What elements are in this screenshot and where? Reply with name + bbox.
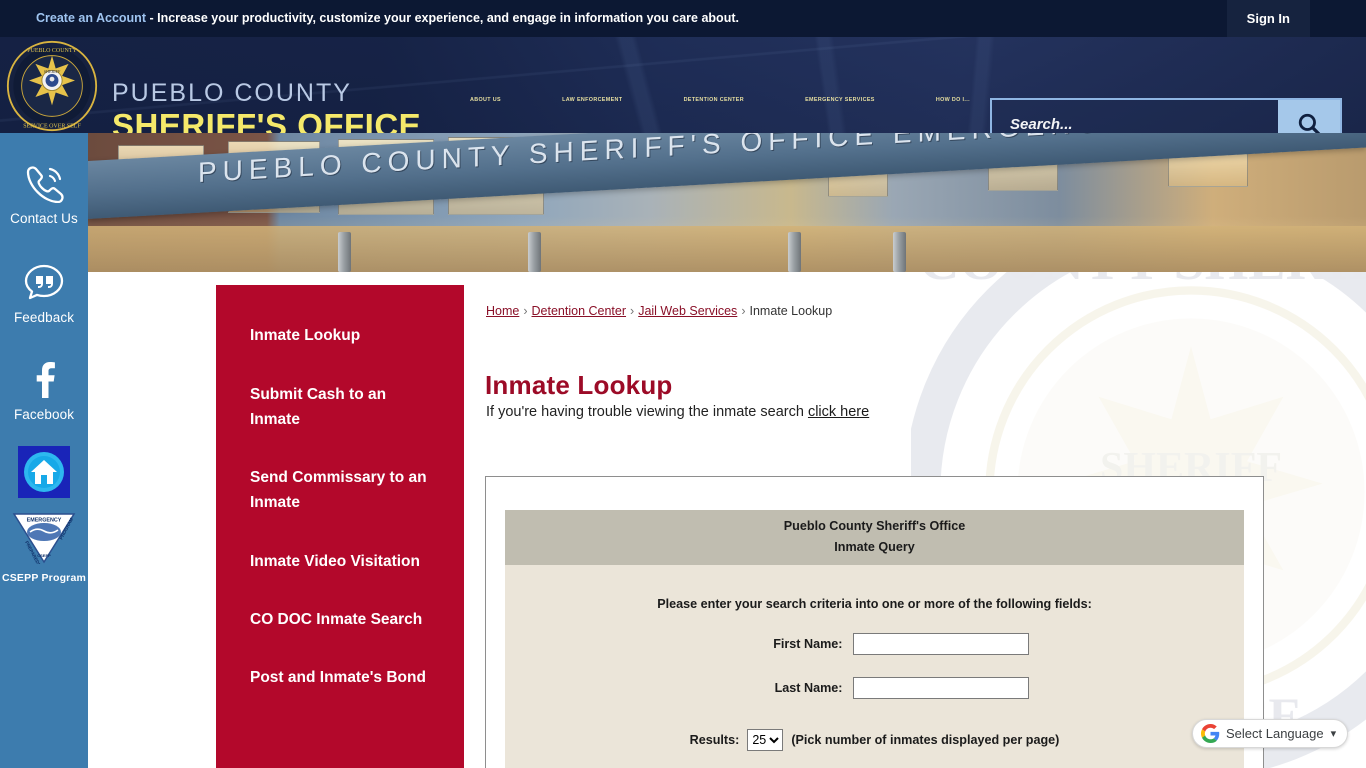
hero-building-base — [88, 226, 1366, 272]
page-root: Create an Account - Increase your produc… — [0, 0, 1366, 768]
breadcrumb-item-current: Inmate Lookup — [749, 304, 833, 318]
social-rail: Contact Us Feedback Facebook EMERGENCY P… — [0, 133, 88, 768]
csepp-triangle-icon: EMERGENCY PREPAREDNESS PROGRAM CSEPP — [12, 513, 76, 576]
phone-icon — [26, 166, 64, 203]
results-per-page-select[interactable]: 25 — [747, 729, 784, 751]
primary-navigation: ABOUT US LAW ENFORCEMENT DETENTION CENTE… — [470, 97, 970, 103]
google-g-icon — [1201, 724, 1220, 743]
home-shield-icon[interactable] — [18, 446, 70, 498]
facebook-icon — [36, 362, 55, 398]
last-name-label: Last Name: — [774, 681, 843, 695]
query-prompt: Please enter your search criteria into o… — [657, 597, 1092, 611]
results-row: Results: 25 (Pick number of inmates disp… — [505, 729, 1244, 751]
first-name-label: First Name: — [773, 637, 843, 651]
search-icon — [1298, 113, 1321, 133]
svg-text:EMERGENCY: EMERGENCY — [27, 518, 62, 524]
query-header-title: Inmate Query — [834, 540, 915, 554]
query-panel-body: Please enter your search criteria into o… — [505, 565, 1244, 768]
breadcrumb-separator: › — [630, 304, 635, 318]
google-translate-widget[interactable]: Select Language ▾ — [1192, 719, 1349, 748]
svg-text:SERVICE OVER SELF: SERVICE OVER SELF — [23, 123, 81, 129]
hero-column — [338, 232, 351, 272]
inmate-query-panel: Pueblo County Sheriff's Office Inmate Qu… — [485, 476, 1264, 768]
first-name-input[interactable] — [852, 633, 1029, 655]
rail-label-contact-us: Contact Us — [10, 211, 78, 226]
breadcrumb-item-jail-web-services[interactable]: Jail Web Services — [638, 304, 737, 318]
nav-item-detention-center[interactable]: DETENTION CENTER — [684, 97, 744, 103]
results-note: (Pick number of inmates displayed per pa… — [791, 733, 1060, 747]
hero-column — [893, 232, 906, 272]
hero-column — [788, 232, 801, 272]
svg-text:COUNTY SHERIFF'S: COUNTY SHERIFF'S — [919, 272, 1366, 292]
translate-label: Select Language — [1226, 726, 1324, 741]
side-menu-item-send-commissary[interactable]: Send Commissary to an Inmate — [216, 432, 464, 515]
query-header-agency: Pueblo County Sheriff's Office — [783, 519, 966, 533]
rail-item-csepp[interactable]: EMERGENCY PREPAREDNESS PROGRAM CSEPP CSE… — [0, 512, 88, 584]
brand-office: SHERIFF'S OFFICE — [112, 107, 422, 133]
svg-text:CSEPP: CSEPP — [37, 553, 51, 558]
hero-column — [528, 232, 541, 272]
breadcrumb-item-detention-center[interactable]: Detention Center — [532, 304, 627, 318]
rail-label-facebook: Facebook — [13, 407, 75, 422]
site-brand[interactable]: PUEBLO COUNTY SHERIFF'S OFFICE Kirk M. T… — [112, 79, 422, 134]
inmate-query-frame: Pueblo County Sheriff's Office Inmate Qu… — [505, 510, 1244, 768]
search-input[interactable] — [992, 100, 1278, 133]
side-menu-item-post-bond[interactable]: Post and Inmate's Bond — [216, 632, 464, 690]
sheriff-badge-logo[interactable]: PUEBLO COUNTY SERVICE OVER SELF SHERIFF — [6, 40, 98, 132]
page-title: Inmate Lookup — [485, 370, 673, 401]
create-account-tagline: - Increase your productivity, customize … — [149, 11, 739, 25]
breadcrumb-separator: › — [741, 304, 746, 318]
create-account-banner: Create an Account - Increase your produc… — [36, 11, 739, 25]
nav-item-about-us[interactable]: ABOUT US — [470, 97, 501, 103]
rail-item-contact-us[interactable]: Contact Us — [0, 163, 88, 228]
top-utility-bar: Create an Account - Increase your produc… — [0, 0, 1366, 37]
svg-text:SHERIFF: SHERIFF — [44, 69, 61, 74]
nav-item-law-enforcement[interactable]: LAW ENFORCEMENT — [562, 97, 622, 103]
nav-item-emergency-services[interactable]: EMERGENCY SERVICES — [805, 97, 875, 103]
trouble-viewing-label: If you're having trouble viewing the inm… — [486, 404, 808, 420]
breadcrumb-item-home[interactable]: Home — [486, 304, 519, 318]
results-label: Results: — [689, 733, 740, 747]
sign-in-button[interactable]: Sign In — [1226, 0, 1310, 37]
first-name-row: First Name: — [505, 633, 1244, 655]
side-menu-item-inmate-lookup[interactable]: Inmate Lookup — [216, 285, 464, 348]
rail-label-csepp: CSEPP Program — [1, 572, 87, 584]
last-name-row: Last Name: — [505, 677, 1244, 699]
rail-item-feedback[interactable]: Feedback — [0, 262, 88, 327]
breadcrumb: Home › Detention Center › Jail Web Services ›… — [486, 304, 832, 318]
last-name-input[interactable] — [852, 677, 1029, 699]
feedback-quote-icon — [24, 264, 64, 300]
rail-label-feedback: Feedback — [13, 310, 75, 325]
query-panel-header: Pueblo County Sheriff's Office Inmate Qu… — [505, 510, 1244, 565]
section-side-menu: Inmate Lookup Submit Cash to an Inmate S… — [216, 285, 464, 768]
side-menu-item-submit-cash[interactable]: Submit Cash to an Inmate — [216, 348, 464, 432]
click-here-link[interactable]: click here — [808, 404, 869, 420]
chevron-down-icon: ▾ — [1330, 728, 1337, 740]
svg-text:PUEBLO COUNTY: PUEBLO COUNTY — [27, 48, 77, 54]
brand-county: PUEBLO COUNTY — [112, 79, 352, 107]
trouble-viewing-text: If you're having trouble viewing the inm… — [486, 404, 869, 420]
search-button[interactable] — [1278, 100, 1340, 133]
nav-item-how-do-i[interactable]: HOW DO I... — [936, 97, 970, 103]
breadcrumb-separator: › — [523, 304, 528, 318]
rail-item-facebook[interactable]: Facebook — [0, 359, 88, 424]
site-search — [990, 98, 1342, 133]
hero-building-photo: PUEBLO COUNTY SHERIFF'S OFFICE EMERGENCY… — [88, 133, 1366, 272]
side-menu-item-co-doc-search[interactable]: CO DOC Inmate Search — [216, 574, 464, 632]
create-account-link[interactable]: Create an Account — [36, 11, 146, 25]
side-menu-item-video-visitation[interactable]: Inmate Video Visitation — [216, 515, 464, 574]
site-header: PUEBLO COUNTY SERVICE OVER SELF SHERIFF … — [0, 37, 1366, 133]
